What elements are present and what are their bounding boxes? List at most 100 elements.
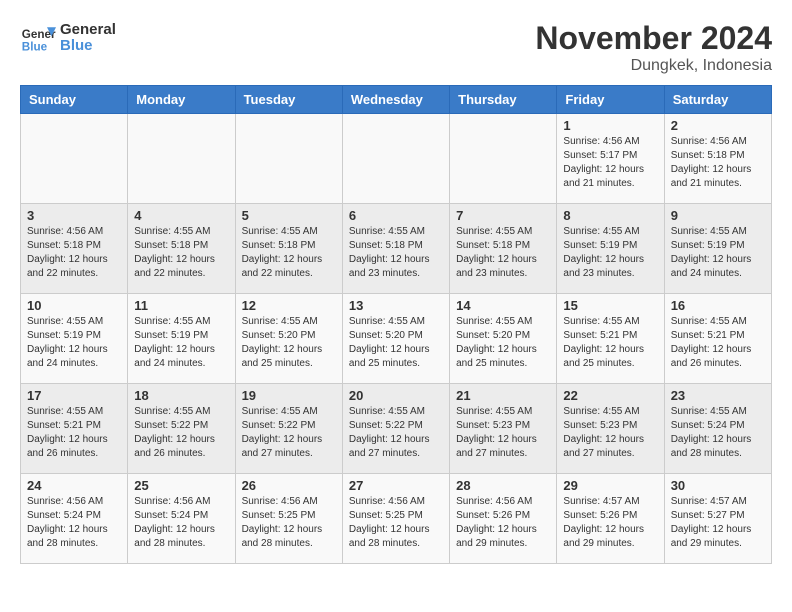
calendar-cell: 14 Sunrise: 4:55 AM Sunset: 5:20 PM Dayli…: [450, 294, 557, 384]
calendar-cell: [235, 114, 342, 204]
day-number: 14: [456, 298, 550, 313]
day-info: Sunrise: 4:55 AM Sunset: 5:21 PM Dayligh…: [563, 315, 657, 371]
weekday-header: Wednesday: [342, 86, 449, 114]
day-number: 18: [134, 388, 228, 403]
day-number: 27: [349, 478, 443, 493]
day-info: Sunrise: 4:55 AM Sunset: 5:20 PM Dayligh…: [242, 315, 336, 371]
calendar-cell: 10 Sunrise: 4:55 AM Sunset: 5:19 PM Dayli…: [21, 294, 128, 384]
page-header: General Blue General Blue November 2024 …: [20, 20, 772, 75]
calendar-cell: 28 Sunrise: 4:56 AM Sunset: 5:26 PM Dayli…: [450, 474, 557, 564]
day-info: Sunrise: 4:55 AM Sunset: 5:19 PM Dayligh…: [563, 225, 657, 281]
calendar-cell: 7 Sunrise: 4:55 AM Sunset: 5:18 PM Daylig…: [450, 204, 557, 294]
calendar-cell: 21Sunrise: 4:55 AM Sunset: 5:23 PM Dayli…: [450, 384, 557, 474]
day-number: 16: [671, 298, 765, 313]
calendar-cell: 22 Sunrise: 4:55 AM Sunset: 5:23 PM Dayli…: [557, 384, 664, 474]
weekday-header: Tuesday: [235, 86, 342, 114]
day-number: 26: [242, 478, 336, 493]
day-info: Sunrise: 4:56 AM Sunset: 5:24 PM Dayligh…: [27, 495, 121, 551]
day-number: 1: [563, 118, 657, 133]
weekday-header: Friday: [557, 86, 664, 114]
calendar-cell: 16 Sunrise: 4:55 AM Sunset: 5:21 PM Dayli…: [664, 294, 771, 384]
day-number: 28: [456, 478, 550, 493]
calendar-cell: 1 Sunrise: 4:56 AM Sunset: 5:17 PM Daylig…: [557, 114, 664, 204]
day-number: 25: [134, 478, 228, 493]
weekday-header: Thursday: [450, 86, 557, 114]
month-title: November 2024: [535, 20, 772, 57]
day-info: Sunrise: 4:56 AM Sunset: 5:25 PM Dayligh…: [242, 495, 336, 551]
day-info: Sunrise: 4:55 AM Sunset: 5:19 PM Dayligh…: [671, 225, 765, 281]
day-number: 11: [134, 298, 228, 313]
day-info: Sunrise: 4:55 AM Sunset: 5:23 PM Dayligh…: [456, 405, 550, 461]
calendar-cell: 23 Sunrise: 4:55 AM Sunset: 5:24 PM Dayli…: [664, 384, 771, 474]
day-info: Sunrise: 4:55 AM Sunset: 5:21 PM Dayligh…: [671, 315, 765, 371]
day-number: 15: [563, 298, 657, 313]
calendar-cell: [450, 114, 557, 204]
day-number: 23: [671, 388, 765, 403]
day-number: 17: [27, 388, 121, 403]
day-info: Sunrise: 4:55 AM Sunset: 5:22 PM Dayligh…: [242, 405, 336, 461]
day-info: Sunrise: 4:56 AM Sunset: 5:24 PM Dayligh…: [134, 495, 228, 551]
day-info: Sunrise: 4:55 AM Sunset: 5:18 PM Dayligh…: [242, 225, 336, 281]
calendar-week-row: 17 Sunrise: 4:55 AM Sunset: 5:21 PM Dayli…: [21, 384, 772, 474]
calendar-week-row: 10 Sunrise: 4:55 AM Sunset: 5:19 PM Dayli…: [21, 294, 772, 384]
day-info: Sunrise: 4:57 AM Sunset: 5:27 PM Dayligh…: [671, 495, 765, 551]
calendar-cell: 29 Sunrise: 4:57 AM Sunset: 5:26 PM Dayli…: [557, 474, 664, 564]
day-info: Sunrise: 4:55 AM Sunset: 5:23 PM Dayligh…: [563, 405, 657, 461]
calendar-cell: 27 Sunrise: 4:56 AM Sunset: 5:25 PM Dayli…: [342, 474, 449, 564]
day-info: Sunrise: 4:57 AM Sunset: 5:26 PM Dayligh…: [563, 495, 657, 551]
day-number: 12: [242, 298, 336, 313]
day-info: Sunrise: 4:56 AM Sunset: 5:25 PM Dayligh…: [349, 495, 443, 551]
calendar-cell: 20 Sunrise: 4:55 AM Sunset: 5:22 PM Dayli…: [342, 384, 449, 474]
calendar-body: 1 Sunrise: 4:56 AM Sunset: 5:17 PM Daylig…: [21, 114, 772, 564]
day-info: Sunrise: 4:55 AM Sunset: 5:19 PM Dayligh…: [27, 315, 121, 371]
weekday-header: Saturday: [664, 86, 771, 114]
day-number: 9: [671, 208, 765, 223]
day-info: Sunrise: 4:55 AM Sunset: 5:22 PM Dayligh…: [134, 405, 228, 461]
day-info: Sunrise: 4:55 AM Sunset: 5:22 PM Dayligh…: [349, 405, 443, 461]
calendar-cell: 12 Sunrise: 4:55 AM Sunset: 5:20 PM Dayli…: [235, 294, 342, 384]
calendar-cell: [342, 114, 449, 204]
day-info: Sunrise: 4:55 AM Sunset: 5:18 PM Dayligh…: [349, 225, 443, 281]
day-number: 10: [27, 298, 121, 313]
calendar-cell: 15 Sunrise: 4:55 AM Sunset: 5:21 PM Dayli…: [557, 294, 664, 384]
day-number: 19: [242, 388, 336, 403]
day-number: 8: [563, 208, 657, 223]
calendar-cell: 30 Sunrise: 4:57 AM Sunset: 5:27 PM Dayli…: [664, 474, 771, 564]
logo-icon: General Blue: [20, 20, 56, 56]
day-number: 7: [456, 208, 550, 223]
day-info: Sunrise: 4:55 AM Sunset: 5:19 PM Dayligh…: [134, 315, 228, 371]
calendar-week-row: 1 Sunrise: 4:56 AM Sunset: 5:17 PM Daylig…: [21, 114, 772, 204]
calendar-header-row: SundayMondayTuesdayWednesdayThursdayFrid…: [21, 86, 772, 114]
day-number: 29: [563, 478, 657, 493]
day-number: 30: [671, 478, 765, 493]
calendar-cell: 13Sunrise: 4:55 AM Sunset: 5:20 PM Dayli…: [342, 294, 449, 384]
calendar-cell: 6 Sunrise: 4:55 AM Sunset: 5:18 PM Daylig…: [342, 204, 449, 294]
day-number: 3: [27, 208, 121, 223]
day-number: 22: [563, 388, 657, 403]
day-info: Sunrise: 4:55 AM Sunset: 5:21 PM Dayligh…: [27, 405, 121, 461]
weekday-header: Monday: [128, 86, 235, 114]
calendar-cell: 24 Sunrise: 4:56 AM Sunset: 5:24 PM Dayli…: [21, 474, 128, 564]
title-block: November 2024 Dungkek, Indonesia: [535, 20, 772, 75]
day-number: 4: [134, 208, 228, 223]
day-number: 5: [242, 208, 336, 223]
svg-text:Blue: Blue: [22, 41, 48, 54]
day-info: Sunrise: 4:55 AM Sunset: 5:24 PM Dayligh…: [671, 405, 765, 461]
calendar-cell: 8 Sunrise: 4:55 AM Sunset: 5:19 PM Daylig…: [557, 204, 664, 294]
day-number: 6: [349, 208, 443, 223]
calendar-cell: 19 Sunrise: 4:55 AM Sunset: 5:22 PM Dayli…: [235, 384, 342, 474]
day-info: Sunrise: 4:55 AM Sunset: 5:18 PM Dayligh…: [134, 225, 228, 281]
day-info: Sunrise: 4:55 AM Sunset: 5:20 PM Dayligh…: [456, 315, 550, 371]
day-number: 20: [349, 388, 443, 403]
calendar-cell: 18 Sunrise: 4:55 AM Sunset: 5:22 PM Dayli…: [128, 384, 235, 474]
day-info: Sunrise: 4:56 AM Sunset: 5:26 PM Dayligh…: [456, 495, 550, 551]
location: Dungkek, Indonesia: [535, 57, 772, 75]
calendar-cell: 5 Sunrise: 4:55 AM Sunset: 5:18 PM Daylig…: [235, 204, 342, 294]
day-info: Sunrise: 4:56 AM Sunset: 5:17 PM Dayligh…: [563, 135, 657, 191]
calendar-cell: 2Sunrise: 4:56 AM Sunset: 5:18 PM Daylig…: [664, 114, 771, 204]
day-number: 24: [27, 478, 121, 493]
calendar-cell: 9 Sunrise: 4:55 AM Sunset: 5:19 PM Daylig…: [664, 204, 771, 294]
calendar-cell: [21, 114, 128, 204]
day-info: Sunrise: 4:56 AM Sunset: 5:18 PM Dayligh…: [671, 135, 765, 191]
day-info: Sunrise: 4:55 AM Sunset: 5:18 PM Dayligh…: [456, 225, 550, 281]
